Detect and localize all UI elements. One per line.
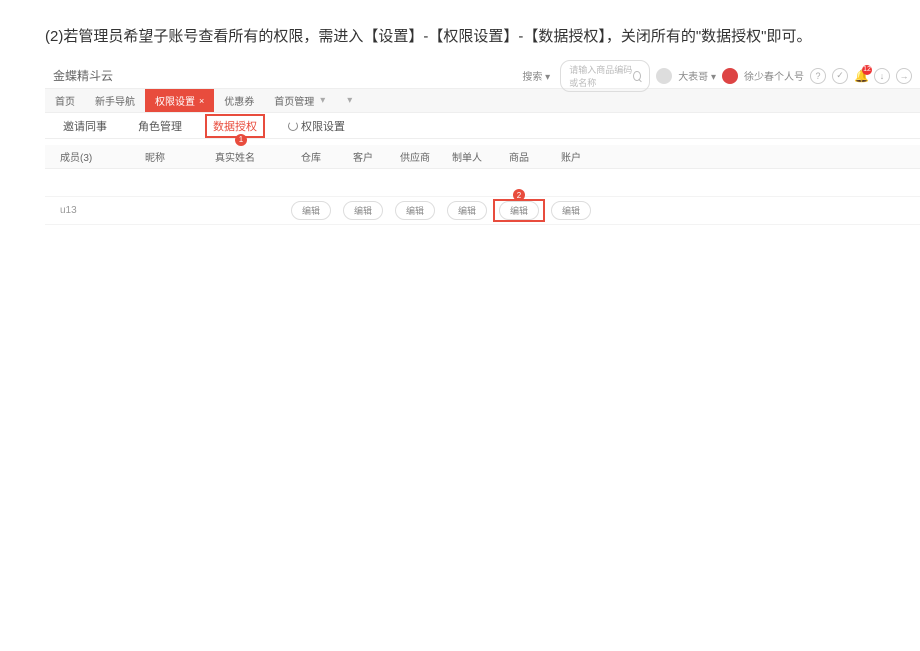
callout-badge-2: 2: [513, 189, 525, 201]
search-input[interactable]: 请输入商品编码或名称: [560, 60, 650, 92]
search-type-dropdown[interactable]: 搜索 ▾: [518, 66, 554, 85]
user-1-name[interactable]: 大表哥 ▾: [678, 68, 716, 83]
col-product: 商品: [493, 149, 545, 164]
cell-id: u13: [45, 205, 145, 216]
edit-button-creator[interactable]: 编辑: [447, 201, 487, 220]
col-creator: 制单人: [441, 149, 493, 164]
col-supplier: 供应商: [389, 149, 441, 164]
bell-icon[interactable]: 🔔12: [854, 69, 868, 83]
app-header: 金蝶精斗云 搜索 ▾ 请输入商品编码或名称 大表哥 ▾ 徐少春个人号 ? ✓ 🔔…: [45, 63, 920, 89]
search-placeholder: 请输入商品编码或名称: [569, 63, 633, 89]
data-table: 成员(3) 昵称 真实姓名 仓库 客户 供应商 制单人 商品 账户 u13 编辑…: [45, 139, 920, 225]
tab-home[interactable]: 首页: [45, 89, 85, 112]
tab-coupon[interactable]: 优惠券: [214, 89, 264, 112]
instruction-text: (2)若管理员希望子账号查看所有的权限，需进入【设置】-【权限设置】-【数据授权…: [0, 0, 920, 63]
sub-tab-invite[interactable]: 邀请同事: [55, 114, 115, 138]
callout-badge-1: 1: [235, 134, 247, 146]
app-screenshot: 金蝶精斗云 搜索 ▾ 请输入商品编码或名称 大表哥 ▾ 徐少春个人号 ? ✓ 🔔…: [45, 63, 920, 225]
user-2-name[interactable]: 徐少春个人号: [744, 68, 804, 83]
avatar-2[interactable]: [722, 68, 738, 84]
search-icon: [633, 71, 641, 81]
bell-badge: 12: [862, 65, 872, 75]
tab-permission-settings[interactable]: 权限设置×: [145, 89, 214, 112]
help-icon[interactable]: ?: [810, 68, 826, 84]
edit-button-customer[interactable]: 编辑: [343, 201, 383, 220]
col-name: 真实姓名: [215, 149, 285, 164]
col-account: 账户: [545, 149, 597, 164]
col-member: 成员(3): [45, 149, 145, 164]
col-customer: 客户: [337, 149, 389, 164]
avatar-1[interactable]: [656, 68, 672, 84]
col-alias: 昵称: [145, 149, 215, 164]
tabs-more-dropdown[interactable]: ▾: [341, 95, 358, 106]
chevron-down-icon: ▾: [314, 95, 331, 106]
edit-button-account[interactable]: 编辑: [551, 201, 591, 220]
edit-button-product[interactable]: 编辑: [499, 201, 539, 220]
tab-guide[interactable]: 新手导航: [85, 89, 145, 112]
close-icon[interactable]: ×: [199, 96, 204, 106]
sub-tab-role[interactable]: 角色管理: [130, 114, 190, 138]
edit-button-warehouse[interactable]: 编辑: [291, 201, 331, 220]
table-header-row: 成员(3) 昵称 真实姓名 仓库 客户 供应商 制单人 商品 账户: [45, 145, 920, 169]
col-warehouse: 仓库: [285, 149, 337, 164]
forward-icon[interactable]: →: [896, 68, 912, 84]
download-icon[interactable]: ↓: [874, 68, 890, 84]
table-row: u13 编辑 编辑 编辑 编辑 2 编辑 编辑: [45, 197, 920, 225]
app-title: 金蝶精斗云: [53, 67, 113, 84]
header-right: 搜索 ▾ 请输入商品编码或名称 大表哥 ▾ 徐少春个人号 ? ✓ 🔔12 ↓ →: [518, 60, 912, 92]
check-icon[interactable]: ✓: [832, 68, 848, 84]
sub-tab-permission[interactable]: 权限设置: [280, 114, 353, 138]
table-row: [45, 169, 920, 197]
edit-button-supplier[interactable]: 编辑: [395, 201, 435, 220]
edit-button-product-highlighted: 2 编辑: [493, 199, 545, 222]
sub-tab-data-auth[interactable]: 数据授权 1: [205, 114, 265, 138]
sub-tabs: 邀请同事 角色管理 数据授权 1 权限设置: [45, 113, 920, 139]
refresh-icon: [288, 121, 298, 131]
main-tabs: 首页 新手导航 权限设置× 优惠券 首页管理▾ ▾: [45, 89, 920, 113]
tab-home-manage[interactable]: 首页管理▾: [264, 89, 341, 112]
